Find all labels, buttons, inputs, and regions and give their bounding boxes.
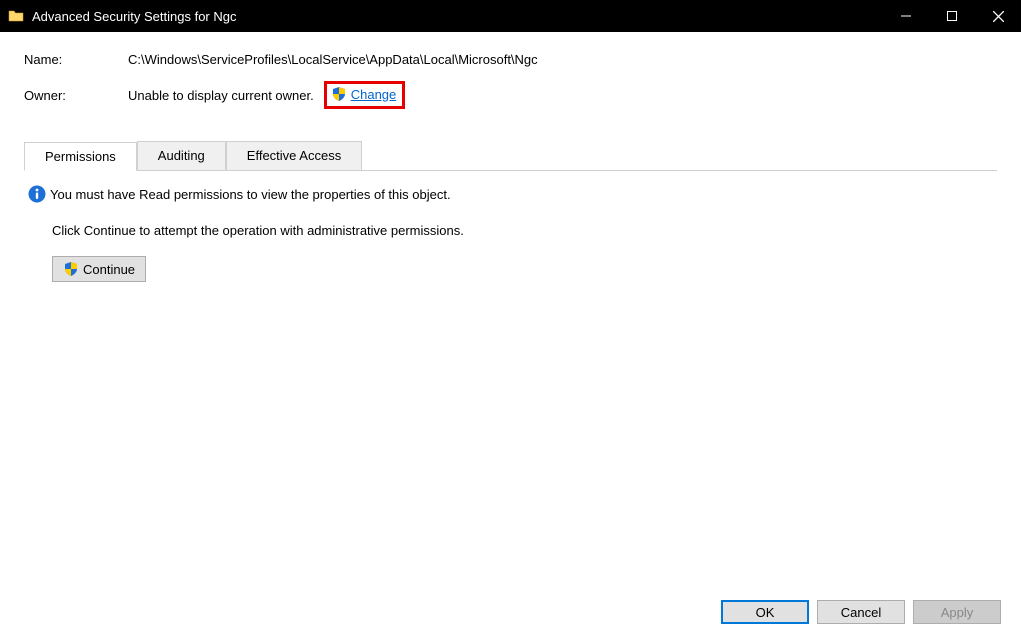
continue-label: Continue [83,262,135,277]
tabs: Permissions Auditing Effective Access [24,141,997,171]
owner-value-container: Unable to display current owner. Change [128,81,405,109]
tab-auditing[interactable]: Auditing [137,141,226,170]
titlebar: Advanced Security Settings for Ngc [0,0,1021,32]
window-title: Advanced Security Settings for Ngc [32,9,883,24]
content-area: Name: C:\Windows\ServiceProfiles\LocalSe… [0,32,1021,588]
continue-button[interactable]: Continue [52,256,146,282]
owner-row: Owner: Unable to display current owner. … [24,81,997,109]
minimize-button[interactable] [883,0,929,32]
footer: OK Cancel Apply [0,588,1021,638]
tab-effective-access[interactable]: Effective Access [226,141,362,170]
change-owner-link[interactable]: Change [351,87,397,102]
owner-label: Owner: [24,88,128,103]
shield-icon [331,86,347,102]
instruction-text: Click Continue to attempt the operation … [52,223,997,238]
info-icon [28,185,46,203]
permissions-panel: You must have Read permissions to view t… [24,171,997,282]
name-value: C:\Windows\ServiceProfiles\LocalService\… [128,52,538,67]
info-row: You must have Read permissions to view t… [28,185,997,203]
cancel-button[interactable]: Cancel [817,600,905,624]
folder-icon [8,8,24,24]
window-controls [883,0,1021,32]
info-text: You must have Read permissions to view t… [50,187,451,202]
name-label: Name: [24,52,128,67]
ok-button[interactable]: OK [721,600,809,624]
change-highlight: Change [324,81,406,109]
maximize-button[interactable] [929,0,975,32]
close-button[interactable] [975,0,1021,32]
name-row: Name: C:\Windows\ServiceProfiles\LocalSe… [24,52,997,67]
tab-permissions[interactable]: Permissions [24,142,137,171]
owner-value: Unable to display current owner. [128,88,314,103]
apply-button: Apply [913,600,1001,624]
shield-icon [63,261,79,277]
